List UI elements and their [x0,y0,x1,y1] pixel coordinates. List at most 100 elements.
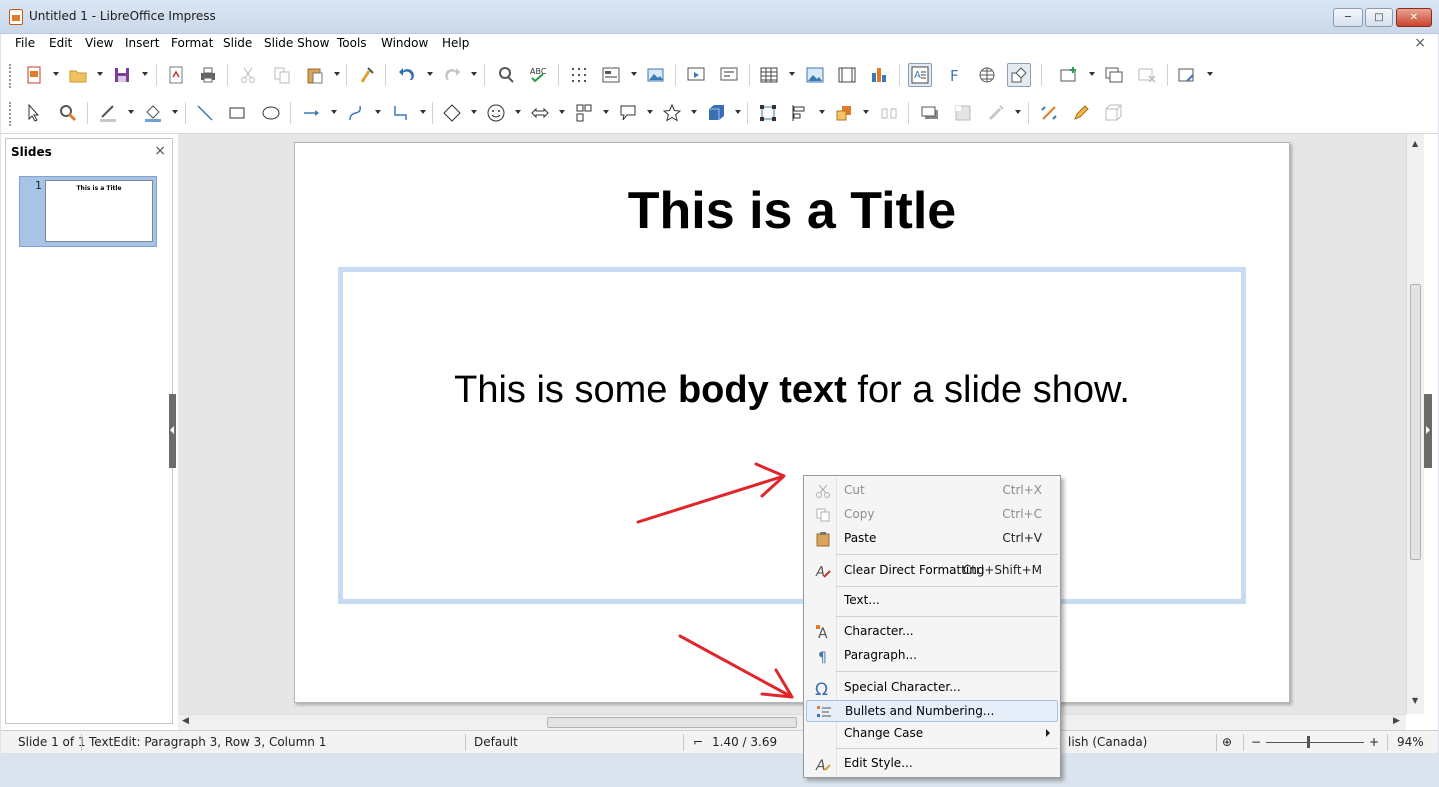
ellipse-icon[interactable] [259,101,283,125]
new-slide-icon[interactable] [1057,63,1081,87]
slide-workspace[interactable]: This is a Title This is some body text f… [178,134,1406,714]
horizontal-scroll-thumb[interactable] [547,717,797,728]
maximize-button[interactable]: □ [1365,8,1393,27]
insert-chart-icon[interactable] [867,63,891,87]
fill-color-dropdown-icon[interactable] [172,110,178,114]
menu-item-cut[interactable]: Cut Ctrl+X [806,480,1058,502]
status-language[interactable]: lish (Canada) [1068,735,1147,749]
menu-tools[interactable]: Tools [337,36,367,50]
find-replace-icon[interactable] [494,63,518,87]
curve-icon[interactable] [344,101,368,125]
toggle-extrusion-icon[interactable] [1037,101,1061,125]
block-arrows-icon[interactable] [528,101,552,125]
delete-slide-icon[interactable] [1135,63,1159,87]
symbol-shapes-smiley-icon[interactable] [484,101,508,125]
points-icon[interactable] [756,101,780,125]
filter-icon[interactable] [984,101,1008,125]
slide-thumbnail[interactable]: 1 This is a Title [19,176,157,247]
horizontal-scrollbar[interactable]: ◀ ▶ [178,714,1406,730]
align-dropdown-icon[interactable] [819,110,825,114]
insert-image-icon[interactable] [803,63,827,87]
3d-objects-dropdown-icon[interactable] [735,110,741,114]
fontwork-icon[interactable]: F [943,63,967,87]
redo-icon[interactable] [440,63,464,87]
scroll-left-icon[interactable]: ◀ [182,716,189,726]
curve-dropdown-icon[interactable] [375,110,381,114]
scroll-down-icon[interactable]: ▼ [1412,696,1418,705]
slide-layout-icon[interactable] [1175,63,1199,87]
toolbar-grip[interactable] [9,102,13,126]
close-document-icon[interactable]: × [1414,35,1426,51]
insert-media-icon[interactable] [835,63,859,87]
line-ends-arrow-icon[interactable] [300,101,324,125]
shadow-icon[interactable] [918,101,942,125]
slides-pane-collapse-handle[interactable] [169,394,176,468]
scroll-up-icon[interactable]: ▲ [1412,139,1418,148]
zoom-out-icon[interactable]: − [1251,735,1261,749]
redo-dropdown-icon[interactable] [471,72,477,76]
connector-dropdown-icon[interactable] [420,110,426,114]
menu-item-paragraph[interactable]: ¶ Paragraph... [806,645,1058,667]
slide-title-text[interactable]: This is a Title [295,181,1289,241]
show-draw-functions-icon[interactable] [1007,63,1031,87]
arrange-icon[interactable] [832,101,856,125]
image-edit-icon[interactable] [644,63,668,87]
zoom-slider[interactable] [1266,742,1364,743]
clone-formatting-icon[interactable] [355,63,379,87]
close-pane-icon[interactable]: × [154,143,166,159]
zoom-pan-icon[interactable] [56,101,80,125]
menu-item-paste[interactable]: Paste Ctrl+V [806,528,1058,550]
table-dropdown-icon[interactable] [789,72,795,76]
paste-dropdown-icon[interactable] [334,72,340,76]
basic-shapes-diamond-icon[interactable] [440,101,464,125]
line-color-dropdown-icon[interactable] [128,110,134,114]
menu-item-text[interactable]: Text... [806,590,1058,612]
callout-icon[interactable] [616,101,640,125]
zoom-level[interactable]: 94% [1397,735,1424,749]
zoom-in-icon[interactable]: + [1369,735,1379,749]
menu-view[interactable]: View [85,36,113,50]
slide-thumbnail-preview[interactable]: This is a Title [45,180,153,242]
arrange-dropdown-icon[interactable] [863,110,869,114]
spelling-icon[interactable]: ABC [526,63,550,87]
select-arrow-icon[interactable] [22,101,46,125]
undo-icon[interactable] [395,63,419,87]
insert-text-box-icon[interactable]: A [908,63,932,87]
line-color-icon[interactable] [96,101,120,125]
menu-item-copy[interactable]: Copy Ctrl+C [806,504,1058,526]
menu-item-edit-style[interactable]: A Edit Style... [806,753,1058,775]
flowchart-icon[interactable] [572,101,596,125]
vertical-scrollbar[interactable]: ▲ ▼ [1406,134,1424,714]
display-views-icon[interactable] [599,63,623,87]
zoom-slider-handle[interactable] [1307,736,1310,748]
slide-body-text-box[interactable]: This is some body text for a slide show. [338,267,1246,604]
new-document-icon[interactable] [22,63,46,87]
save-icon[interactable] [110,63,134,87]
line-ends-dropdown-icon[interactable] [331,110,337,114]
copy-icon[interactable] [270,63,294,87]
filter-dropdown-icon[interactable] [1015,110,1021,114]
save-dropdown-icon[interactable] [142,72,148,76]
open-folder-icon[interactable] [66,63,90,87]
menu-edit[interactable]: Edit [49,36,72,50]
cut-icon[interactable] [236,63,260,87]
slide-body-text[interactable]: This is some body text for a slide show. [343,369,1241,412]
duplicate-slide-icon[interactable] [1102,63,1126,87]
toolbar-grip[interactable] [9,64,13,88]
menu-window[interactable]: Window [381,36,428,50]
stars-dropdown-icon[interactable] [691,110,697,114]
layout-dropdown-icon[interactable] [1207,72,1213,76]
menu-slide[interactable]: Slide [223,36,252,50]
menu-item-character[interactable]: A Character... [806,621,1058,643]
connector-icon[interactable] [389,101,413,125]
menu-format[interactable]: Format [171,36,213,50]
stars-icon[interactable] [660,101,684,125]
hyperlink-icon[interactable] [975,63,999,87]
new-dropdown-icon[interactable] [53,72,59,76]
menu-item-special-character[interactable]: Ω Special Character... [806,677,1058,699]
crop-image-icon[interactable] [951,101,975,125]
new-slide-dropdown-icon[interactable] [1089,72,1095,76]
basic-shapes-dropdown-icon[interactable] [471,110,477,114]
slide-canvas[interactable]: This is a Title This is some body text f… [294,142,1290,703]
undo-dropdown-icon[interactable] [427,72,433,76]
